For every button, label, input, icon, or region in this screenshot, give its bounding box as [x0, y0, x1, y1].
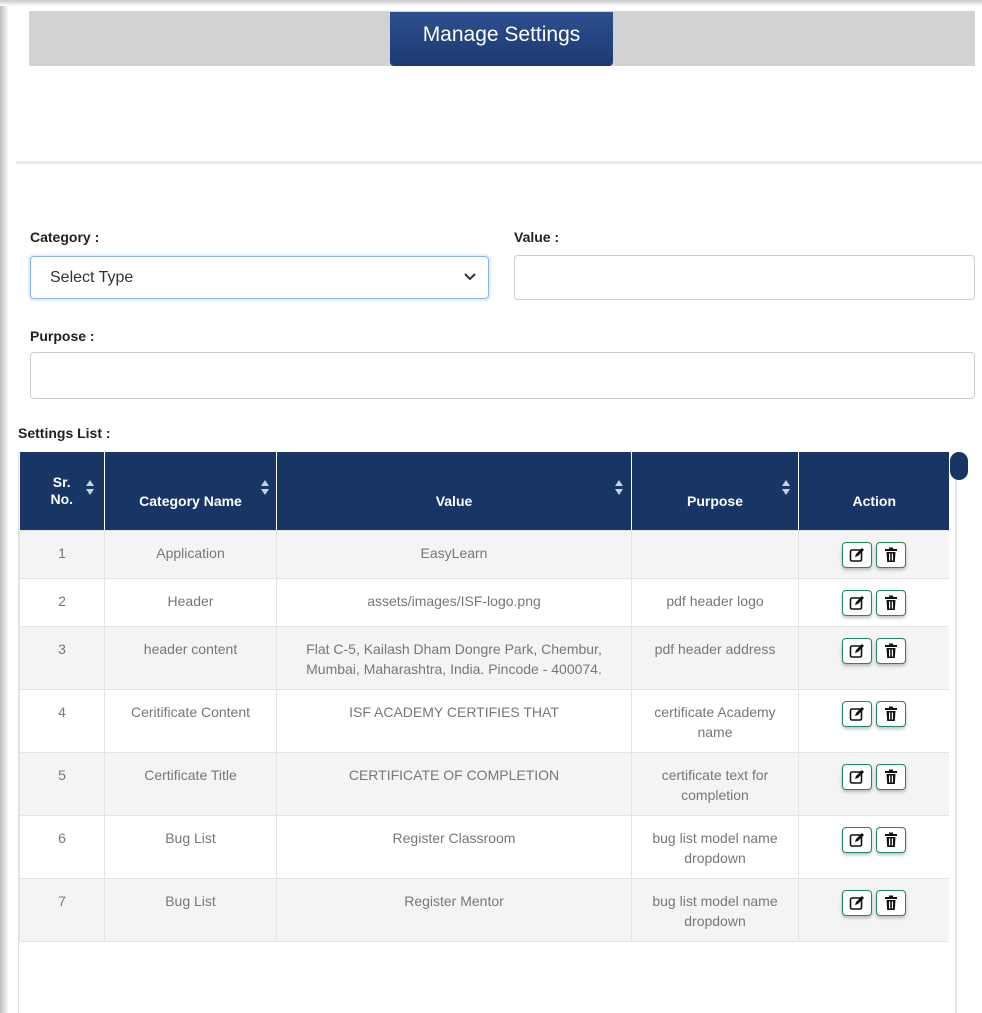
chevron-down-icon	[464, 270, 476, 284]
settings-table: Sr. No. Category Name Value Purpose Actio…	[19, 452, 949, 942]
cell-purpose: pdf header address	[631, 626, 799, 690]
cell-value: Register Mentor	[276, 878, 632, 942]
cell-sr-no: 7	[19, 878, 105, 942]
purpose-input[interactable]	[30, 352, 975, 399]
header-purpose-label: Purpose	[686, 492, 743, 509]
value-input[interactable]	[514, 255, 975, 300]
cell-action	[798, 578, 949, 627]
header-value-label: Value	[435, 492, 473, 509]
edit-button[interactable]	[842, 542, 872, 568]
window-top-edge	[0, 0, 982, 6]
table-row: 7 Bug List Register Mentor bug list model n…	[19, 878, 949, 942]
cell-category-name: Ceritificate Content	[104, 689, 277, 753]
cell-action	[798, 626, 949, 690]
cell-sr-no: 4	[19, 689, 105, 753]
header-value[interactable]: Value	[276, 452, 632, 531]
cell-action	[798, 752, 949, 816]
value-label: Value :	[514, 229, 560, 245]
table-row: 6 Bug List Register Classroom bug list mode…	[19, 815, 949, 879]
sort-icon[interactable]	[615, 480, 623, 496]
category-select[interactable]: Select Type	[30, 256, 489, 299]
section-divider	[16, 161, 982, 164]
delete-button[interactable]	[876, 890, 906, 916]
cell-category-name: header content	[104, 626, 277, 690]
table-row: 5 Certificate Title CERTIFICATE OF COMPLET…	[19, 752, 949, 816]
delete-button[interactable]	[876, 590, 906, 616]
cell-value: CERTIFICATE OF COMPLETION	[276, 752, 632, 816]
cell-value: Flat C-5, Kailash Dham Dongre Park, Chem…	[276, 626, 632, 690]
purpose-label: Purpose :	[30, 328, 95, 344]
header-sr-no-line1: Sr.	[52, 474, 71, 490]
window-left-edge	[0, 0, 9, 1013]
sort-icon[interactable]	[782, 480, 790, 496]
cell-value: assets/images/ISF-logo.png	[276, 578, 632, 627]
edit-button[interactable]	[842, 701, 872, 727]
cell-action	[798, 878, 949, 942]
table-row: 1 Application EasyLearn	[19, 530, 949, 579]
settings-list-caption: Settings List :	[18, 425, 111, 441]
cell-sr-no: 6	[19, 815, 105, 879]
cell-category-name: Header	[104, 578, 277, 627]
cell-sr-no: 1	[19, 530, 105, 579]
delete-button[interactable]	[876, 542, 906, 568]
cell-value: Register Classroom	[276, 815, 632, 879]
scrollbar-thumb[interactable]	[950, 452, 968, 480]
cell-category-name: Bug List	[104, 878, 277, 942]
table-header-row: Sr. No. Category Name Value Purpose Actio…	[19, 452, 949, 531]
cell-sr-no: 3	[19, 626, 105, 690]
delete-button[interactable]	[876, 764, 906, 790]
cell-purpose: bug list model name dropdown	[631, 815, 799, 879]
page-title: Manage Settings	[390, 12, 613, 66]
settings-table-container: Sr. No. Category Name Value Purpose Actio…	[18, 452, 949, 1013]
edit-button[interactable]	[842, 827, 872, 853]
cell-sr-no: 5	[19, 752, 105, 816]
edit-button[interactable]	[842, 764, 872, 790]
delete-button[interactable]	[876, 701, 906, 727]
cell-category-name: Certificate Title	[104, 752, 277, 816]
cell-value: ISF ACADEMY CERTIFIES THAT	[276, 689, 632, 753]
delete-button[interactable]	[876, 638, 906, 664]
delete-button[interactable]	[876, 827, 906, 853]
cell-action	[798, 530, 949, 579]
header-category-label: Category Name	[139, 492, 242, 509]
table-row: 3 header content Flat C-5, Kailash Dham Do…	[19, 626, 949, 690]
header-action: Action	[798, 452, 949, 531]
cell-purpose: pdf header logo	[631, 578, 799, 627]
cell-value: EasyLearn	[276, 530, 632, 579]
scrollbar-track[interactable]	[955, 480, 957, 1013]
cell-category-name: Application	[104, 530, 277, 579]
header-sr-no[interactable]: Sr. No.	[19, 452, 105, 531]
cell-purpose: certificate text for completion	[631, 752, 799, 816]
edit-button[interactable]	[842, 890, 872, 916]
cell-purpose: certificate Academy name	[631, 689, 799, 753]
cell-purpose: bug list model name dropdown	[631, 878, 799, 942]
category-select-value: Select Type	[50, 269, 134, 286]
sort-icon[interactable]	[85, 480, 94, 496]
category-label: Category :	[30, 229, 100, 245]
header-action-label: Action	[852, 492, 897, 509]
edit-button[interactable]	[842, 638, 872, 664]
header-sr-no-line2: No.	[50, 491, 74, 507]
cell-action	[798, 815, 949, 879]
sort-icon[interactable]	[261, 480, 269, 496]
cell-sr-no: 2	[19, 578, 105, 627]
table-row: 4 Ceritificate Content ISF ACADEMY CERTIFI…	[19, 689, 949, 753]
cell-action	[798, 689, 949, 753]
cell-purpose	[631, 530, 799, 579]
cell-category-name: Bug List	[104, 815, 277, 879]
edit-button[interactable]	[842, 590, 872, 616]
table-row: 2 Header assets/images/ISF-logo.png pdf hea…	[19, 578, 949, 627]
header-purpose[interactable]: Purpose	[631, 452, 799, 531]
header-category-name[interactable]: Category Name	[104, 452, 277, 531]
